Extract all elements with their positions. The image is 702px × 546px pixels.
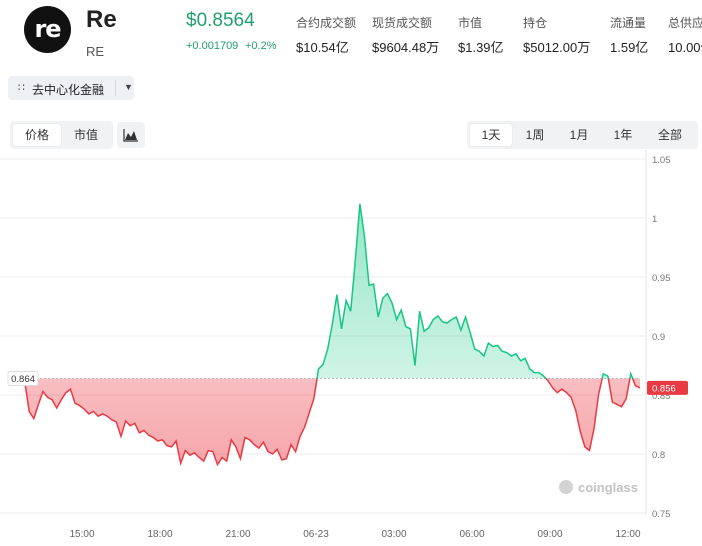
stat-label-market-cap: 市值 bbox=[458, 16, 483, 30]
coinglass-logo-icon bbox=[559, 480, 573, 494]
x-tick-label: 12:00 bbox=[615, 529, 640, 540]
price-change-pct: +0.2% bbox=[245, 40, 277, 52]
x-tick-label: 06:00 bbox=[459, 529, 484, 540]
tab-price[interactable]: 价格 bbox=[13, 124, 61, 146]
price-line-up bbox=[316, 203, 634, 379]
stat-value-contract-volume: $10.54亿 bbox=[296, 40, 349, 55]
tab-1m[interactable]: 1月 bbox=[558, 124, 600, 146]
stat-label-contract-volume: 合约成交额 bbox=[296, 16, 357, 30]
y-tick-label: 0.75 bbox=[652, 509, 671, 520]
y-tick-label: 0.95 bbox=[652, 273, 671, 284]
token-symbol: RE bbox=[86, 44, 105, 59]
stat-label-total-supply: 总供应 bbox=[668, 16, 702, 30]
watermark-text: coinglass bbox=[578, 480, 638, 495]
tab-1y[interactable]: 1年 bbox=[602, 124, 644, 146]
stat-label-spot-volume: 现货成交额 bbox=[372, 16, 433, 30]
x-tick-label: 15:00 bbox=[69, 529, 94, 540]
stat-value-total-supply: 10.00亿 bbox=[668, 40, 702, 55]
x-tick-label: 09:00 bbox=[537, 529, 562, 540]
x-tick-label: 06-23 bbox=[303, 529, 329, 540]
x-tick-label: 03:00 bbox=[381, 529, 406, 540]
category-dropdown[interactable]: ∷ 去中心化金融 ▼ bbox=[8, 76, 134, 100]
tab-1w[interactable]: 1周 bbox=[514, 124, 556, 146]
x-tick-label: 18:00 bbox=[147, 529, 172, 540]
area-chart-icon bbox=[123, 129, 138, 142]
token-price: $0.8564 bbox=[186, 10, 255, 31]
y-tick-label: 0.8 bbox=[652, 450, 665, 461]
stat-value-spot-volume: $9604.48万 bbox=[372, 40, 440, 55]
chart-type-button[interactable] bbox=[117, 122, 145, 148]
stat-value-circulating: 1.59亿 bbox=[610, 40, 649, 55]
tab-market-cap[interactable]: 市值 bbox=[62, 124, 110, 146]
divider bbox=[115, 80, 116, 96]
y-tick-label: 0.9 bbox=[652, 332, 665, 343]
stat-value-open-interest: $5012.00万 bbox=[523, 40, 591, 55]
tab-all[interactable]: 全部 bbox=[646, 124, 694, 146]
token-name: Re bbox=[86, 6, 117, 33]
y-tick-label: 1 bbox=[652, 214, 657, 225]
stat-label-open-interest: 持仓 bbox=[523, 16, 548, 30]
baseline-label: 0.864 bbox=[11, 374, 35, 385]
metric-toggle: 价格 市值 bbox=[10, 121, 113, 149]
category-label: 去中心化金融 bbox=[32, 83, 105, 97]
grid-icon: ∷ bbox=[18, 82, 25, 94]
price-change-abs: +0.001709 bbox=[186, 40, 239, 52]
x-tick-label: 21:00 bbox=[225, 529, 250, 540]
stat-label-circulating: 流通量 bbox=[610, 16, 647, 30]
price-chart[interactable]: 1.0510.950.90.850.80.75 15:00 18:00 21:00 0… bbox=[0, 150, 702, 546]
chevron-down-icon: ▼ bbox=[124, 82, 133, 92]
token-logo: re bbox=[24, 6, 71, 53]
tab-1d[interactable]: 1天 bbox=[470, 124, 512, 146]
current-price-label: 0.856 bbox=[652, 383, 676, 394]
range-tabs: 1天 1周 1月 1年 全部 bbox=[467, 121, 698, 149]
y-tick-label: 1.05 bbox=[652, 155, 671, 166]
stat-value-market-cap: $1.39亿 bbox=[458, 40, 504, 55]
